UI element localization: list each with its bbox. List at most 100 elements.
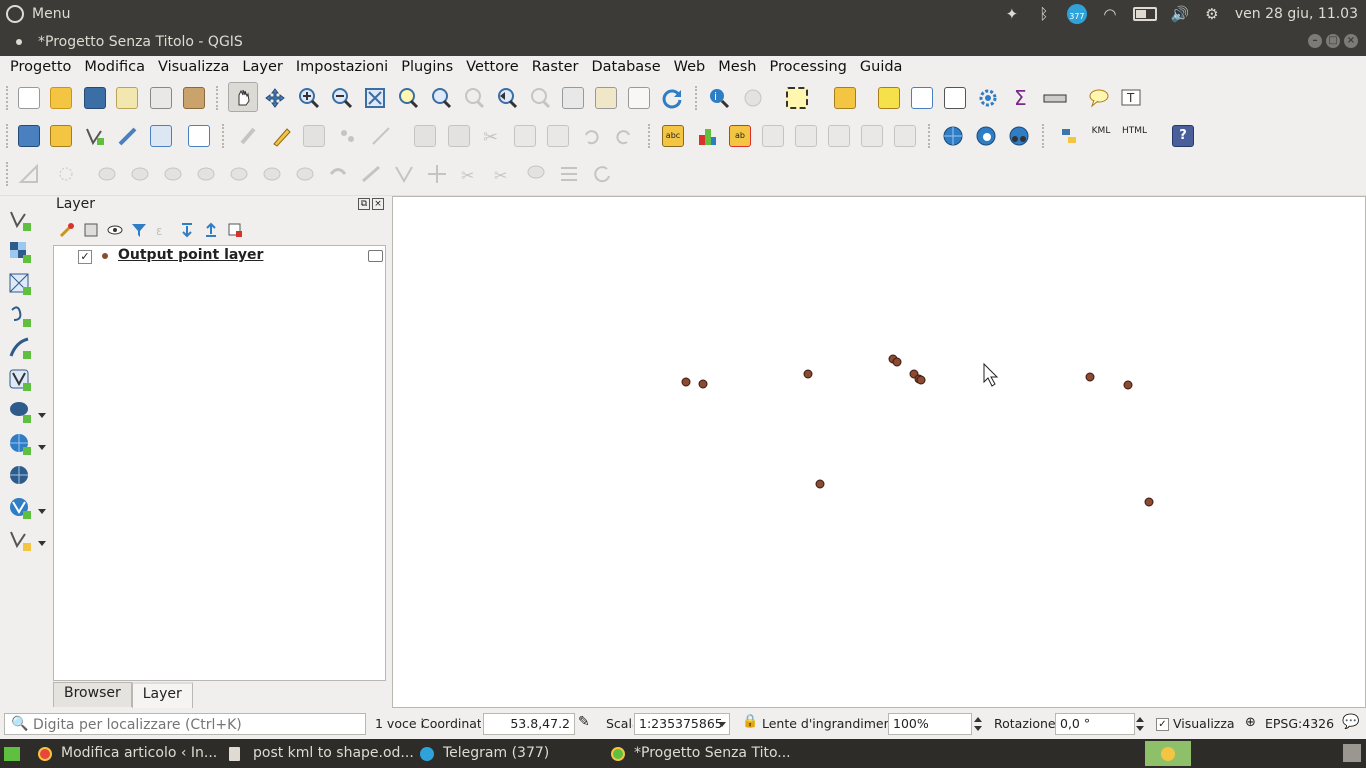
- save-edits-icon[interactable]: [303, 125, 325, 147]
- open-layer-styling-icon[interactable]: [59, 222, 75, 238]
- battery-icon[interactable]: [1132, 7, 1157, 21]
- task-qgis[interactable]: *Progetto Senza Tito...: [634, 745, 791, 761]
- chevron-down-icon[interactable]: [38, 445, 46, 450]
- split-features-icon[interactable]: [360, 163, 382, 185]
- new-vector-layer-icon[interactable]: [8, 528, 32, 552]
- remove-layer-icon[interactable]: [227, 222, 243, 238]
- new-virtual-layer-icon[interactable]: [150, 125, 172, 147]
- delete-ring-icon[interactable]: [195, 163, 217, 185]
- merge-features-icon[interactable]: [426, 163, 448, 185]
- system-menu-label[interactable]: Menu: [32, 6, 70, 22]
- menu-guida[interactable]: Guida: [860, 59, 903, 75]
- close-button[interactable]: ×: [1344, 34, 1358, 48]
- magnifier-field[interactable]: 100%: [888, 713, 972, 735]
- undo-icon[interactable]: [580, 125, 602, 147]
- render-checkbox[interactable]: ✓: [1156, 718, 1169, 731]
- python-console-icon[interactable]: [1058, 125, 1080, 147]
- add-ring-icon[interactable]: [55, 163, 77, 185]
- reshape-features-icon[interactable]: [261, 163, 283, 185]
- fill-ring-icon[interactable]: [162, 163, 184, 185]
- rotate-point-symbols-icon[interactable]: ✂: [492, 163, 514, 185]
- label-properties-icon[interactable]: [894, 125, 916, 147]
- add-raster-layer-icon[interactable]: [8, 240, 32, 264]
- crs-status[interactable]: EPSG:4326: [1265, 716, 1334, 731]
- statistical-summary-icon[interactable]: Σ: [1010, 86, 1032, 110]
- menu-progetto[interactable]: Progetto: [10, 59, 71, 75]
- map-point[interactable]: [1123, 380, 1133, 390]
- add-wfs-layer-icon[interactable]: [8, 496, 32, 520]
- save-project-icon[interactable]: [84, 87, 106, 109]
- pan-map-icon[interactable]: [228, 82, 258, 112]
- menu-raster[interactable]: Raster: [532, 59, 579, 75]
- minimize-button[interactable]: –: [1308, 34, 1322, 48]
- menu-modifica[interactable]: Modifica: [84, 59, 145, 75]
- map-canvas[interactable]: [392, 196, 1366, 708]
- tab-layer[interactable]: Layer: [131, 682, 193, 708]
- split-parts-icon[interactable]: [393, 163, 415, 185]
- filter-legend-icon[interactable]: [131, 222, 147, 238]
- add-wcs-layer-icon[interactable]: [8, 464, 32, 488]
- add-vector-layer-icon[interactable]: [8, 208, 32, 232]
- add-spatialite-layer-icon[interactable]: [8, 336, 32, 360]
- select-by-value-icon[interactable]: [834, 87, 856, 109]
- close-panel-button[interactable]: ×: [372, 198, 384, 210]
- task-telegram[interactable]: Telegram (377): [443, 745, 549, 761]
- expand-all-icon[interactable]: [179, 222, 195, 238]
- change-label-icon[interactable]: [861, 125, 883, 147]
- map-point[interactable]: [1144, 497, 1154, 507]
- vertex-tool-icon[interactable]: [370, 125, 392, 147]
- maximize-button[interactable]: □: [1326, 34, 1340, 48]
- help-icon[interactable]: ?: [1172, 125, 1194, 147]
- zoom-full-icon[interactable]: [364, 87, 386, 109]
- ruler-icon[interactable]: [18, 163, 40, 185]
- new-temporary-layer-icon[interactable]: [117, 125, 139, 147]
- paste-features-icon[interactable]: [547, 125, 569, 147]
- task-document[interactable]: post kml to shape.od...: [253, 745, 414, 761]
- window-menu-dot-icon[interactable]: [16, 39, 22, 45]
- current-edits-icon[interactable]: [238, 125, 260, 147]
- measure-line-icon[interactable]: [1043, 87, 1067, 109]
- attribute-table-icon[interactable]: [911, 87, 933, 109]
- geocoding-icon[interactable]: [1008, 125, 1030, 147]
- open-project-icon[interactable]: [50, 87, 72, 109]
- deselect-features-icon[interactable]: [878, 87, 900, 109]
- redo-icon[interactable]: [613, 125, 635, 147]
- map-point[interactable]: [815, 479, 825, 489]
- locator-input[interactable]: [31, 715, 355, 735]
- toolbar-grip[interactable]: [695, 86, 700, 110]
- html-export-icon[interactable]: HTML: [1122, 125, 1147, 147]
- field-calculator-icon[interactable]: [944, 87, 966, 109]
- add-point-feature-icon[interactable]: [336, 125, 358, 147]
- metasearch-search-icon[interactable]: [975, 125, 997, 147]
- layer-diagram-icon[interactable]: [696, 125, 718, 147]
- processing-toolbox-icon[interactable]: [977, 87, 999, 109]
- menu-web[interactable]: Web: [674, 59, 706, 75]
- map-point[interactable]: [803, 369, 813, 379]
- crs-globe-icon[interactable]: ⊕: [1245, 715, 1256, 730]
- show-hide-labels-icon[interactable]: [762, 125, 784, 147]
- messages-icon[interactable]: 💬: [1342, 714, 1359, 730]
- menu-visualizza[interactable]: Visualizza: [158, 59, 229, 75]
- wifi-icon[interactable]: ◠: [1101, 5, 1119, 23]
- reverse-line-icon[interactable]: [327, 163, 349, 185]
- layer-row-output-point-layer[interactable]: ✓ Output point layer: [54, 246, 385, 266]
- kml-export-icon[interactable]: KML: [1090, 125, 1112, 147]
- new-bookmark-icon[interactable]: [595, 87, 617, 109]
- menu-layer[interactable]: Layer: [242, 59, 282, 75]
- task-chrome[interactable]: Modifica articolo ‹ In...: [61, 745, 217, 761]
- copy-features-icon[interactable]: [514, 125, 536, 147]
- zoom-to-layer-icon[interactable]: [430, 87, 452, 109]
- layout-manager-icon[interactable]: [150, 87, 172, 109]
- toolbar-grip[interactable]: [222, 124, 227, 148]
- simplify-feature-icon[interactable]: [96, 163, 118, 185]
- delete-part-icon[interactable]: [228, 163, 250, 185]
- pan-to-selection-icon[interactable]: [264, 87, 286, 109]
- telegram-tray-icon[interactable]: 377: [1066, 4, 1087, 24]
- cut-features-icon[interactable]: ✂: [481, 125, 503, 148]
- toolbar-grip[interactable]: [648, 124, 653, 148]
- toolbar-grip[interactable]: [1042, 124, 1047, 148]
- tab-browser[interactable]: Browser: [53, 682, 132, 707]
- add-mesh-layer-icon[interactable]: [8, 272, 32, 296]
- chevron-down-icon[interactable]: [38, 413, 46, 418]
- add-postgis-layer-icon[interactable]: [8, 400, 32, 424]
